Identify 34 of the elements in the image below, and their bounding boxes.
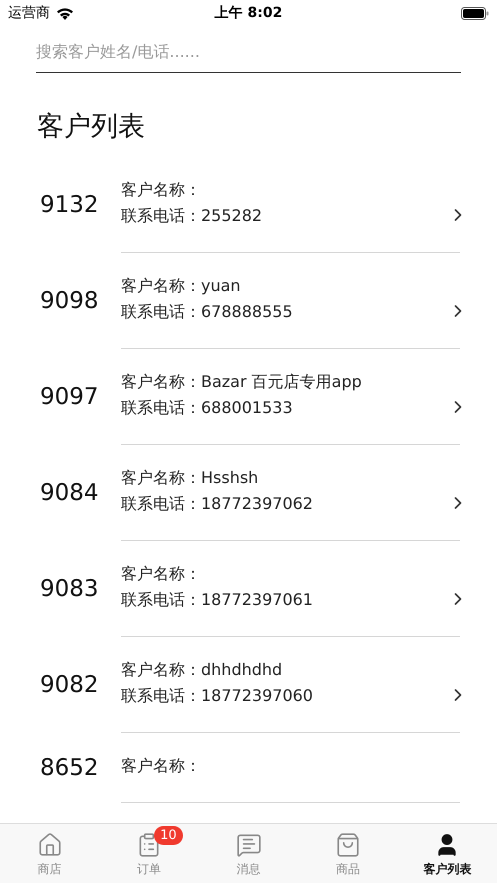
tab-item[interactable]: 商品 (298, 824, 398, 883)
tab-item[interactable]: 消息 (198, 824, 298, 883)
customer-id: 9084 (39, 480, 100, 506)
wifi-icon (56, 6, 74, 20)
customer-id: 8652 (39, 755, 100, 781)
customer-id: 9132 (39, 192, 100, 218)
bag-icon (334, 832, 361, 858)
count-badge: 10 (154, 826, 183, 845)
customer-name: 客户名称：dhhdhdhd (121, 659, 284, 681)
customer-name: 客户名称： (121, 563, 202, 585)
carrier-name: 运营商 (8, 4, 50, 22)
customer-name: 客户名称： (121, 755, 202, 777)
customer-phone: 联系电话：688001533 (121, 397, 294, 419)
customer-name: 客户名称：Hsshsh (121, 467, 260, 489)
page-title: 客户列表 (37, 110, 146, 144)
customer-id: 9082 (39, 672, 100, 698)
customer-phone: 联系电话：18772397062 (121, 493, 314, 515)
customer-phone: 联系电话：678888555 (121, 301, 294, 323)
customer-id: 9097 (39, 384, 100, 410)
customer-id: 9098 (39, 288, 100, 314)
customer-phone: 联系电话：255282 (121, 205, 264, 227)
customer-name: 客户名称：Bazar 百元店专用app (121, 371, 363, 393)
customer-id: 9083 (39, 576, 100, 602)
tab-item[interactable]: 10 订单 (99, 824, 199, 883)
house-icon (36, 832, 63, 858)
tab-item[interactable]: 商店 (0, 824, 100, 883)
tab-item[interactable]: 客户列表 (398, 824, 497, 883)
clock-time: 上午 8:02 (214, 4, 282, 22)
battery-icon (461, 6, 490, 20)
message-icon (236, 832, 262, 858)
customer-phone: 联系电话：18772397060 (121, 685, 314, 707)
customer-name: 客户名称：yuan (121, 275, 242, 297)
customer-name: 客户名称： (121, 179, 202, 201)
customer-phone: 联系电话：18772397061 (121, 589, 314, 611)
